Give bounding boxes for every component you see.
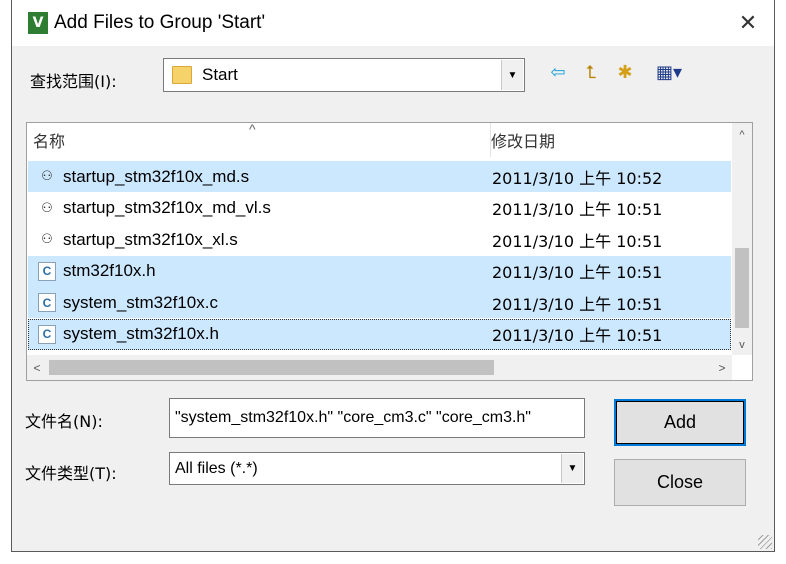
chevron-down-icon[interactable]: ▼ [561, 454, 583, 483]
horizontal-scrollbar[interactable]: < > [27, 355, 732, 380]
filetype-value: All files (*.*) [175, 459, 258, 477]
add-button[interactable]: Add [614, 399, 746, 446]
filetype-label: 文件类型(T): [25, 464, 117, 483]
c-file-icon: C [38, 261, 56, 281]
add-files-dialog: V Add Files to Group 'Start' ✕ 查找范围(I): … [11, 0, 775, 552]
lookin-label: 查找范围(I): [30, 72, 117, 91]
file-row[interactable]: Cstm32f10x.h 2011/3/10 上午 10:51 [28, 255, 731, 287]
file-name: startup_stm32f10x_xl.s [63, 229, 238, 249]
window-title: Add Files to Group 'Start' [54, 12, 266, 33]
file-date: 2011/3/10 上午 10:51 [492, 294, 663, 314]
title-bar[interactable]: V Add Files to Group 'Start' ✕ [12, 0, 774, 46]
lookin-combobox[interactable]: Start ▼ [163, 58, 525, 92]
file-name: startup_stm32f10x_md.s [63, 166, 250, 186]
scroll-up-icon[interactable]: ^ [732, 125, 752, 145]
scroll-right-icon[interactable]: > [712, 355, 732, 380]
c-file-icon: C [38, 324, 56, 344]
file-list[interactable]: 名称 ^ 修改日期 ⚇ startup_stm32f10x_md.s 2011/3/… [26, 122, 753, 381]
filename-label: 文件名(N): [25, 412, 103, 431]
asm-file-icon: ⚇ [41, 169, 53, 184]
asm-file-icon: ⚇ [41, 232, 53, 247]
up-folder-icon[interactable]: ⮤ [578, 60, 604, 84]
file-date: 2011/3/10 上午 10:52 [492, 168, 663, 188]
sort-ascending-icon: ^ [249, 122, 256, 137]
file-name: system_stm32f10x.c [63, 292, 218, 312]
file-row[interactable]: ⚇ startup_stm32f10x_md_vl.s 2011/3/10 上午 1… [28, 193, 731, 224]
new-folder-icon[interactable]: ✱ [612, 60, 638, 84]
file-row[interactable]: Csystem_stm32f10x.h 2011/3/10 上午 10:51 [28, 318, 731, 350]
file-date: 2011/3/10 上午 10:51 [492, 263, 663, 282]
scroll-down-icon[interactable]: v [732, 335, 752, 355]
file-row[interactable]: ⚇ startup_stm32f10x_md.s 2011/3/10 上午 10:5… [28, 161, 731, 192]
vertical-scroll-thumb[interactable] [735, 248, 749, 328]
file-date: 2011/3/10 上午 10:51 [492, 200, 663, 219]
scroll-left-icon[interactable]: < [27, 355, 47, 380]
filetype-combobox[interactable]: All files (*.*) ▼ [169, 452, 585, 485]
c-file-icon: C [38, 293, 56, 312]
app-icon: V [28, 12, 48, 34]
column-header-date[interactable]: 修改日期 [491, 123, 731, 157]
asm-file-icon: ⚇ [41, 200, 53, 216]
file-name: stm32f10x.h [63, 261, 156, 280]
resize-grip[interactable] [758, 535, 772, 549]
close-icon[interactable]: ✕ [730, 6, 766, 40]
file-row[interactable]: Csystem_stm32f10x.c 2011/3/10 上午 10:51 [28, 287, 731, 318]
close-button[interactable]: Close [614, 459, 746, 506]
horizontal-scroll-thumb[interactable] [49, 360, 494, 375]
file-name: startup_stm32f10x_md_vl.s [63, 198, 271, 217]
filename-input[interactable]: "system_stm32f10x.h" "core_cm3.c" "core_… [169, 398, 585, 438]
file-date: 2011/3/10 上午 10:51 [492, 231, 663, 251]
filename-value: "system_stm32f10x.h" "core_cm3.c" "core_… [175, 409, 531, 426]
lookin-value: Start [202, 65, 238, 84]
back-icon[interactable]: ⇦ [545, 60, 571, 84]
file-name: system_stm32f10x.h [63, 324, 219, 343]
chevron-down-icon[interactable]: ▼ [501, 60, 523, 90]
vertical-scrollbar[interactable]: ^ v [732, 123, 752, 355]
view-menu-icon[interactable]: ▦▾ [648, 60, 690, 84]
folder-icon [172, 66, 192, 84]
column-header-name[interactable]: 名称 [33, 123, 489, 157]
file-row[interactable]: ⚇ startup_stm32f10x_xl.s 2011/3/10 上午 10:5… [28, 224, 731, 255]
file-date: 2011/3/10 上午 10:51 [492, 326, 663, 345]
